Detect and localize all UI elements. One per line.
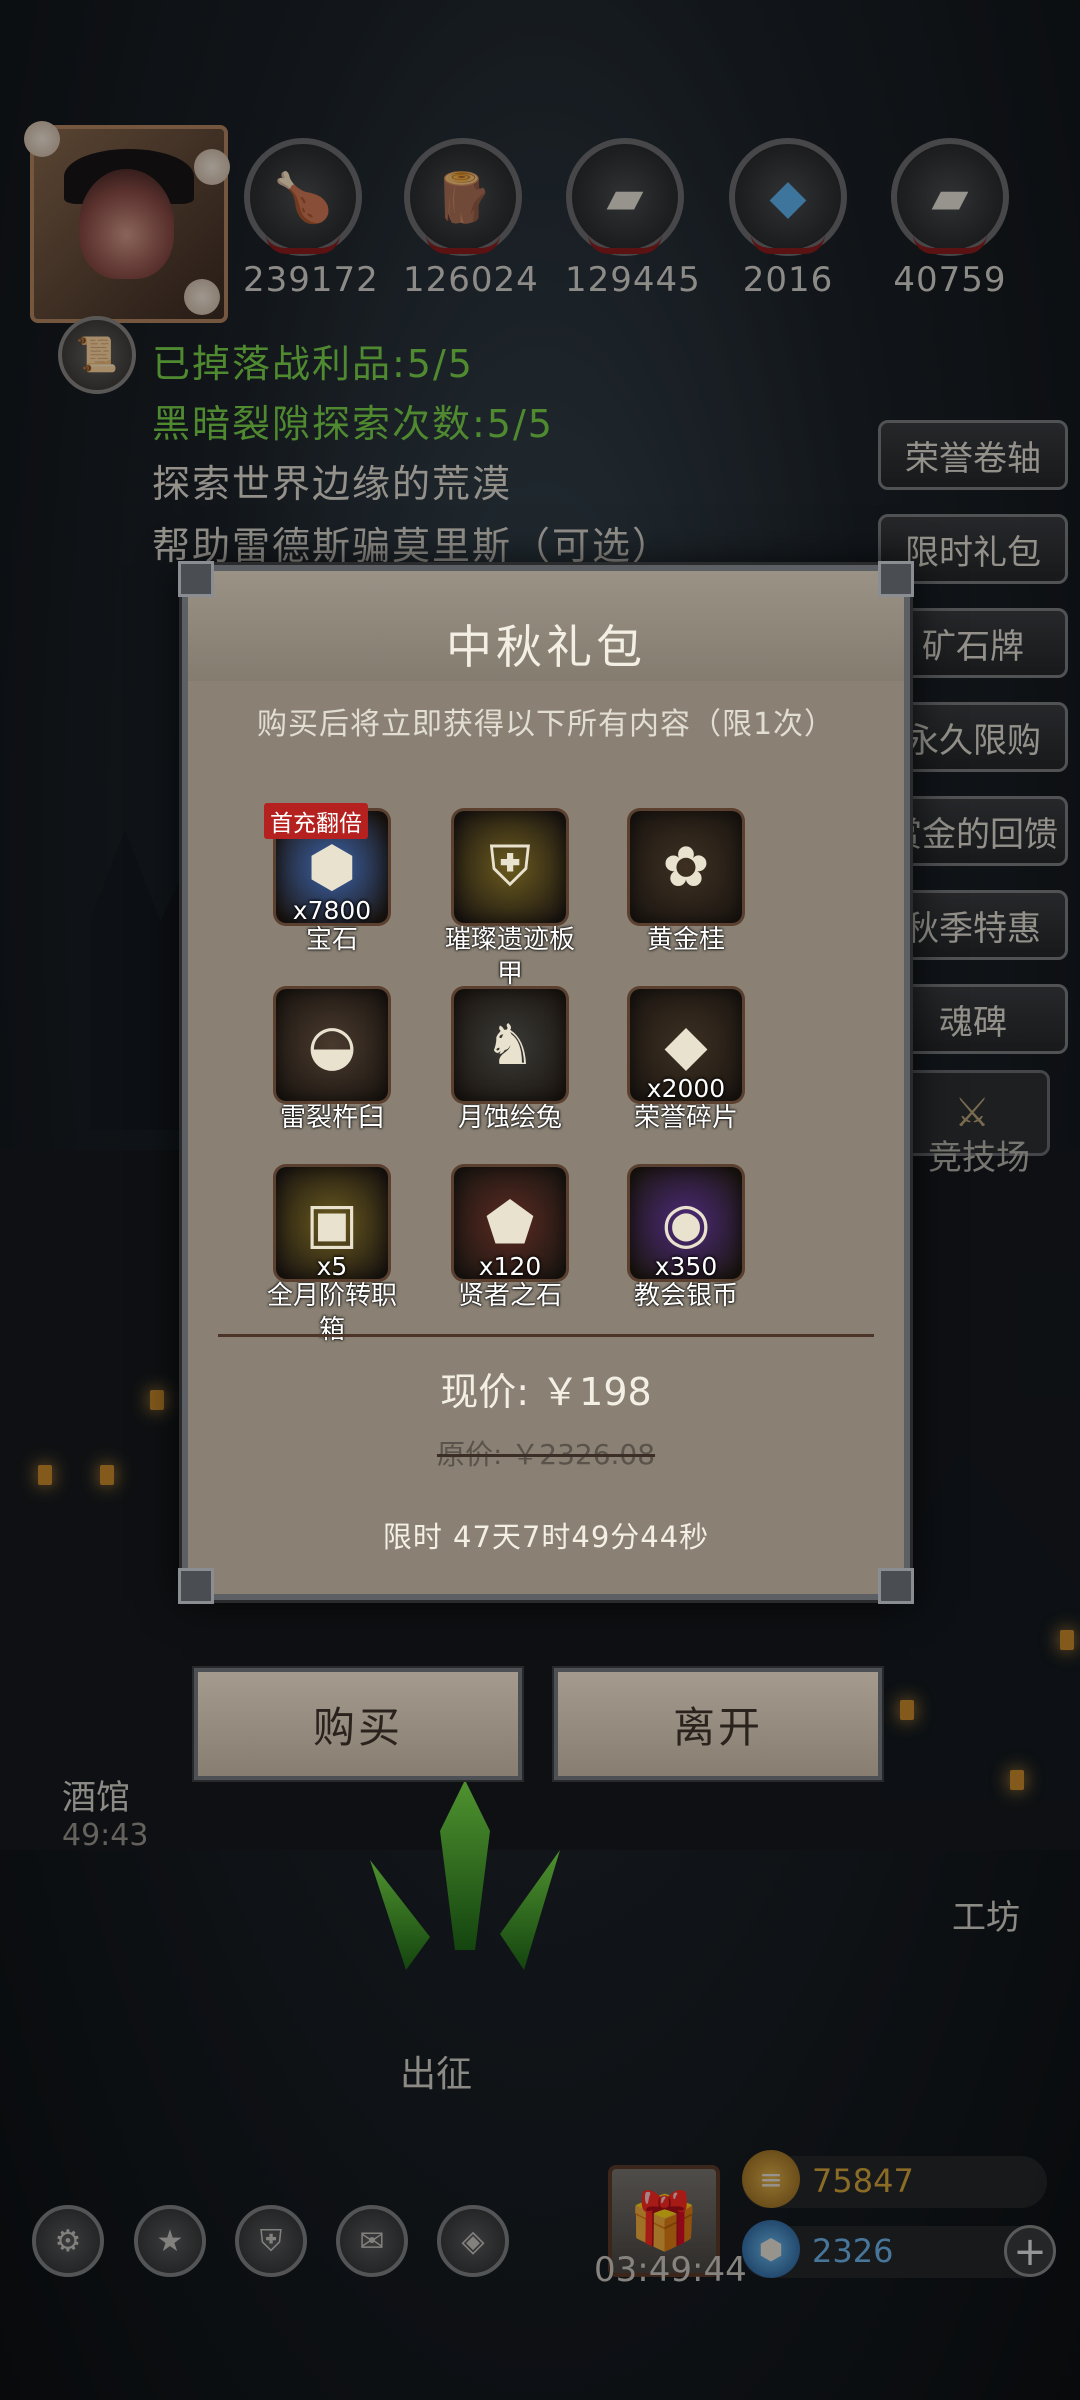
flower-icon: ✿ (630, 811, 742, 923)
gem-icon: ⬢ 首充翻倍 x7800 (264, 803, 388, 925)
item-glyph: ⬢ (307, 834, 357, 900)
item-glyph: ♞ (484, 1012, 536, 1078)
item-name: 教会银币 (633, 1281, 738, 1311)
stone-icon: ⬟ x120 (454, 1167, 566, 1281)
buy-button[interactable]: 购买 (194, 1668, 522, 1780)
frame-corner (878, 561, 914, 597)
reward-item[interactable]: ⬟ x120 贤者之石 (410, 1167, 610, 1313)
leave-button[interactable]: 离开 (554, 1668, 882, 1780)
item-name: 璀璨遗迹板甲 (444, 925, 575, 989)
item-glyph: ◒ (307, 1012, 357, 1078)
reward-item[interactable]: ♞ 月蚀绘兔 (410, 989, 610, 1135)
item-glyph: ◆ (664, 1012, 708, 1078)
armor-icon: ⛨ (454, 811, 566, 923)
item-name: 宝石 (305, 925, 358, 955)
mortar-icon: ◒ (276, 989, 388, 1101)
item-name: 月蚀绘兔 (457, 1103, 562, 1133)
frame-corner (178, 1568, 214, 1604)
item-name: 黄金桂 (646, 925, 725, 955)
reward-item[interactable]: ◆ x2000 荣誉碎片 (586, 989, 786, 1135)
item-quantity: x120 (478, 1252, 542, 1281)
item-quantity: x350 (654, 1252, 718, 1281)
first-charge-badge: 首充翻倍 (264, 803, 368, 839)
original-price: 原价: ￥2326.08 (188, 1433, 904, 1473)
item-name: 雷裂杵臼 (279, 1103, 384, 1133)
item-quantity: x7800 (292, 896, 372, 925)
modal-title: 中秋礼包 (446, 620, 646, 674)
gift-pack-modal: 中秋礼包 购买后将立即获得以下所有内容（限1次） ⬢ 首充翻倍 x7800 宝石 ⛨ 璀璨… (178, 561, 914, 1604)
frame-corner (878, 1568, 914, 1604)
rabbit-icon: ♞ (454, 989, 566, 1101)
item-quantity: x5 (316, 1252, 348, 1281)
reward-item[interactable]: ✿ 黄金桂 (586, 811, 786, 957)
item-name: 贤者之石 (457, 1281, 562, 1311)
frame-corner (178, 561, 214, 597)
item-glyph: ✿ (662, 834, 710, 900)
coin-icon: ◉ x350 (630, 1167, 742, 1281)
item-quantity: x2000 (646, 1074, 726, 1103)
item-name: 荣誉碎片 (633, 1103, 738, 1133)
reward-item[interactable]: ◒ 雷裂杵臼 (232, 989, 432, 1135)
item-glyph: ⬟ (485, 1190, 535, 1256)
reward-item[interactable]: ⬢ 首充翻倍 x7800 宝石 (232, 803, 432, 957)
reward-item[interactable]: ▣ x5 全月阶转职箱 (232, 1167, 432, 1347)
reward-item[interactable]: ⛨ 璀璨遗迹板甲 (410, 811, 610, 991)
current-price: 现价: ￥198 (440, 1370, 652, 1414)
fragment-icon: ◆ x2000 (630, 989, 742, 1103)
item-glyph: ◉ (661, 1190, 711, 1256)
price-divider (218, 1334, 874, 1337)
time-limit: 限时 47天7时49分44秒 (382, 1520, 710, 1554)
original-price-text: 原价: ￥2326.08 (436, 1438, 656, 1471)
item-glyph: ⛨ (489, 834, 531, 899)
chest-icon: ▣ x5 (276, 1167, 388, 1281)
modal-subtitle: 购买后将立即获得以下所有内容（限1次） (256, 707, 836, 742)
reward-item[interactable]: ◉ x350 教会银币 (586, 1167, 786, 1313)
item-glyph: ▣ (305, 1190, 359, 1256)
